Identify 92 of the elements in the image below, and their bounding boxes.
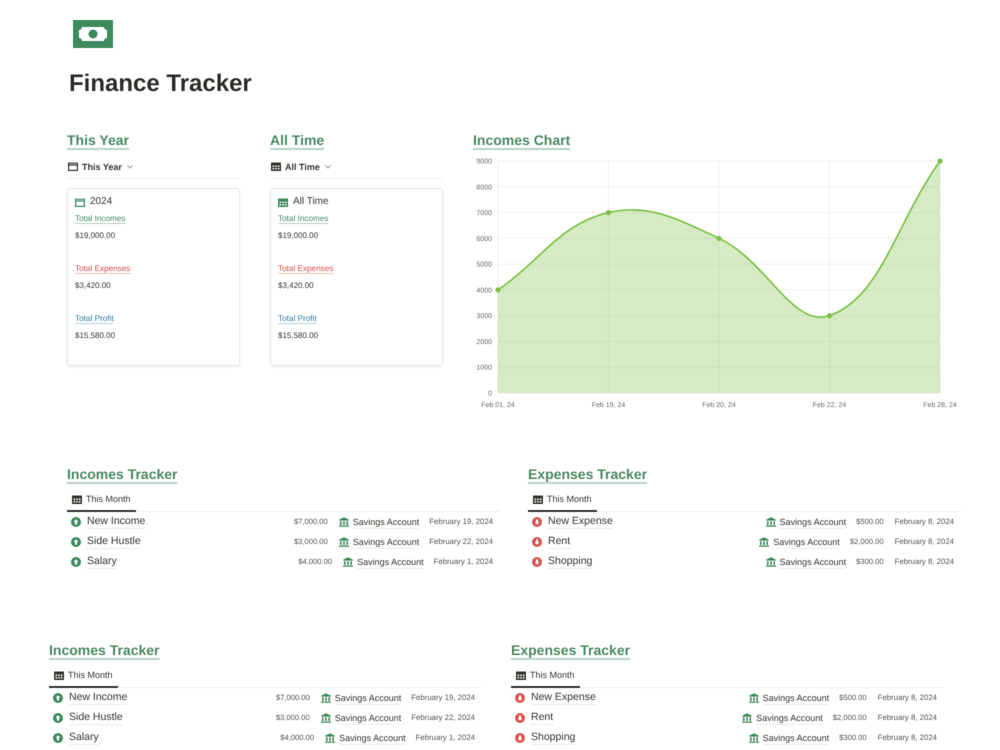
arrow-up-circle-icon <box>53 713 63 723</box>
section-heading[interactable]: Expenses Tracker <box>528 464 648 484</box>
bank-icon <box>759 537 770 547</box>
arrow-up-circle-icon <box>53 733 63 743</box>
chevron-down-icon <box>126 164 133 168</box>
card-title: All Time <box>293 195 329 209</box>
account-link[interactable]: Savings Account <box>334 692 402 704</box>
bank-icon <box>748 693 759 703</box>
section-heading[interactable]: Incomes Tracker <box>49 640 160 660</box>
bank-icon <box>766 557 776 567</box>
account-link[interactable]: Savings Account <box>352 516 420 528</box>
metric-label: Total Incomes <box>278 213 329 225</box>
metric-label: Total Incomes <box>75 213 126 225</box>
calendar-grid-icon <box>533 494 543 504</box>
bank-icon <box>766 517 776 527</box>
account-link[interactable]: Savings Account <box>780 556 846 568</box>
entry-name[interactable]: Rent <box>531 711 554 725</box>
metric-label: Total Expenses <box>75 263 131 275</box>
section-heading[interactable]: All Time <box>270 130 324 150</box>
data-point <box>606 210 612 216</box>
data-point <box>495 287 501 292</box>
metric-value: $19,000.00 <box>75 230 116 242</box>
arrow-up-circle-icon <box>53 693 63 703</box>
metric-label: Total Expenses <box>278 263 334 275</box>
view-selector[interactable]: This Year <box>67 158 133 174</box>
arrow-down-circle-icon <box>515 713 525 723</box>
bank-icon <box>320 693 331 703</box>
entry-name[interactable]: Salary <box>69 731 99 745</box>
data-point <box>826 313 832 318</box>
entry-name[interactable]: Shopping <box>548 555 592 569</box>
entry-name[interactable]: New Expense <box>531 691 596 705</box>
metric-value: $15,580.00 <box>278 330 318 342</box>
bank-icon <box>748 733 759 743</box>
account-link[interactable]: Savings Account <box>780 516 846 528</box>
calendar-icon <box>68 162 78 171</box>
account-link[interactable]: Savings Account <box>773 536 840 548</box>
arrow-up-circle-icon <box>71 557 81 567</box>
view-tab[interactable]: This Month <box>49 664 118 688</box>
section-heading[interactable]: Expenses Tracker <box>511 640 630 660</box>
metric-value: $3,420.00 <box>75 280 111 292</box>
calendar-grid-icon <box>54 670 64 680</box>
bank-icon <box>325 733 336 743</box>
account-link[interactable]: Savings Account <box>352 536 420 548</box>
entry-name[interactable]: Side Hustle <box>69 711 123 725</box>
view-selector[interactable]: All Time <box>270 158 331 174</box>
metric-value: $3,420.00 <box>278 280 314 292</box>
view-tab[interactable]: This Month <box>528 488 597 512</box>
metric-value: $15,580.00 <box>75 330 116 342</box>
card-title: 2024 <box>90 195 112 209</box>
account-link[interactable]: Savings Account <box>762 732 830 744</box>
chevron-down-icon <box>324 164 331 168</box>
metric-value: $19,000.00 <box>278 230 318 242</box>
arrow-down-circle-icon <box>515 693 525 703</box>
account-link[interactable]: Savings Account <box>756 712 823 724</box>
calendar-grid-icon <box>271 162 281 171</box>
section-heading[interactable]: This Year <box>67 130 130 150</box>
arrow-down-circle-icon <box>532 557 542 567</box>
entry-name[interactable]: New Expense <box>548 515 613 529</box>
view-tab[interactable]: This Month <box>511 664 580 688</box>
entry-name[interactable]: Rent <box>548 535 570 549</box>
account-link[interactable]: Savings Account <box>357 556 424 568</box>
entry-name[interactable]: New Income <box>69 691 128 705</box>
metric-label: Total Profit <box>278 313 317 325</box>
calendar-grid-icon <box>278 198 288 206</box>
section-heading[interactable]: Incomes Chart <box>473 130 570 150</box>
arrow-down-circle-icon <box>515 733 525 743</box>
calendar-grid-icon <box>72 494 82 504</box>
data-point <box>937 158 943 164</box>
arrow-down-circle-icon <box>532 517 542 527</box>
entry-name[interactable]: Shopping <box>531 731 576 745</box>
banknote-icon <box>73 20 113 48</box>
entry-name[interactable]: Side Hustle <box>87 535 141 549</box>
calendar-icon <box>75 198 85 206</box>
bank-icon <box>343 557 354 567</box>
data-point <box>716 236 722 241</box>
entry-name[interactable]: Salary <box>87 555 117 569</box>
entry-name[interactable]: New Income <box>87 515 146 529</box>
calendar-grid-icon <box>516 670 526 680</box>
bank-icon <box>338 517 349 527</box>
account-link[interactable]: Savings Account <box>762 692 830 704</box>
arrow-up-circle-icon <box>71 537 81 547</box>
section-heading[interactable]: Incomes Tracker <box>67 464 178 484</box>
account-link[interactable]: Savings Account <box>339 732 406 744</box>
page-title: Finance Tracker <box>69 69 252 99</box>
view-tab[interactable]: This Month <box>67 488 136 512</box>
arrow-down-circle-icon <box>532 537 542 547</box>
metric-label: Total Profit <box>75 313 114 325</box>
account-link[interactable]: Savings Account <box>334 712 402 724</box>
bank-icon <box>742 713 752 723</box>
arrow-up-circle-icon <box>71 517 81 527</box>
bank-icon <box>320 713 331 723</box>
bank-icon <box>338 537 349 547</box>
